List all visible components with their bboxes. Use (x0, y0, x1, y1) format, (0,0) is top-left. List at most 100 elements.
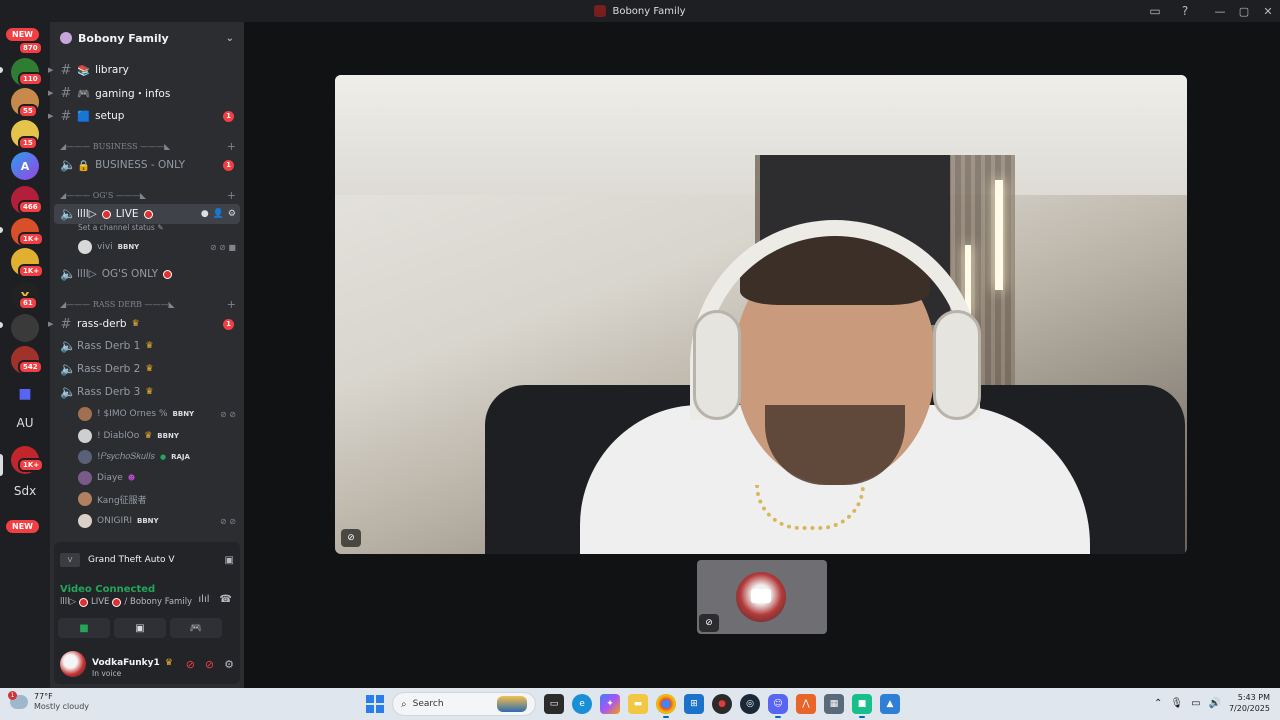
main-video-tile[interactable]: ⊘ (335, 75, 1187, 554)
channel-rass-derb-3[interactable]: 🔈 Rass Derb 3 ♛ (54, 382, 240, 402)
maximize-button[interactable]: ▢ (1232, 0, 1256, 22)
category-business[interactable]: ◢——— BUSINESS ———◣ + (60, 139, 236, 153)
channel-library[interactable]: ▶ # 📚 library (48, 60, 240, 80)
voice-member[interactable]: ! $IMO Ornes % BBNY ⊘ ⊘ (78, 405, 236, 423)
microphone-icon[interactable]: 🎙 (1170, 698, 1183, 709)
calculator-icon[interactable]: ▦ (824, 694, 844, 714)
server-icon[interactable]: Sdx (8, 484, 42, 498)
user-info[interactable]: VodkaFunky1 ♛ In voice (92, 650, 173, 678)
channel-rass-derb-2[interactable]: 🔈 Rass Derb 2 ♛ (54, 359, 240, 379)
channel-business-only[interactable]: 🔈 🔒 BUSINESS - ONLY 1 (54, 155, 240, 175)
share-screen-button[interactable]: ▣ (114, 618, 166, 638)
add-channel-icon[interactable]: + (227, 140, 236, 153)
store-icon[interactable]: ⊞ (684, 694, 704, 714)
live-dot-icon (143, 209, 153, 219)
volume-icon[interactable]: 🔊 (1209, 698, 1221, 709)
channel-rass-derb[interactable]: ▶ # rass-derb ♛ 1 (48, 314, 240, 334)
folder-icon[interactable]: ■ (11, 380, 39, 408)
app-icon[interactable]: ■ (852, 694, 872, 718)
server-badge: 1K+ (18, 232, 45, 246)
deafened-icon[interactable]: ⊘ (341, 529, 361, 547)
member-name: !𝑃𝑠𝑦𝑐ℎ𝑜𝑆𝑘𝑢𝑙𝑙𝑠 (97, 452, 155, 462)
help-icon[interactable]: ? (1178, 4, 1192, 18)
speaker-icon: 🔈 (60, 384, 77, 400)
channel-ogs-only[interactable]: 🔈 llll▷ OG'S ONLY (54, 264, 240, 284)
lock-icon: 🔒 (77, 159, 91, 172)
channel-prefix: llll▷ (77, 268, 97, 280)
mention-badge: 1 (223, 318, 234, 330)
activity-panel[interactable]: V Grand Theft Auto V ▣ (54, 542, 240, 578)
app-icon[interactable]: ⋀ (796, 694, 816, 714)
speaker-icon: 🔈 (60, 338, 77, 354)
server-badge: 55 (18, 104, 38, 118)
display-icon[interactable]: ▭ (1191, 698, 1200, 709)
copilot-icon[interactable]: ✦ (600, 694, 620, 714)
server-header[interactable]: Bobony Family ⌄ (50, 22, 244, 54)
inbox-icon[interactable]: ▭ (1148, 4, 1162, 18)
chevron-up-icon[interactable]: ⌃ (1154, 698, 1162, 709)
server-badge: 466 (18, 200, 43, 214)
start-button[interactable] (366, 695, 384, 713)
taskbar-search[interactable]: ⌕ Search (392, 692, 536, 716)
channel-gaming-infos[interactable]: ▶ # 🎮 gaming・infos (48, 83, 240, 103)
headphones-deafened-icon[interactable]: ⊘ (205, 658, 214, 671)
server-name: Bobony Family (78, 31, 169, 45)
avatar[interactable] (60, 651, 86, 677)
add-channel-icon[interactable]: + (227, 298, 236, 311)
app-icon[interactable]: ● (712, 694, 732, 714)
voice-member[interactable]: !𝑃𝑠𝑦𝑐ℎ𝑜𝑆𝑘𝑢𝑙𝑙𝑠 ● RAJA (78, 448, 236, 466)
camera-icon (751, 589, 771, 603)
task-view-icon[interactable]: ▭ (544, 694, 564, 714)
mic-muted-icon[interactable]: ⊘ (186, 658, 195, 671)
voice-member[interactable]: Diaye ☻ (78, 469, 236, 487)
weather-widget[interactable]: 1 77°F Mostly cloudy (8, 691, 89, 712)
unread-pip (0, 67, 3, 73)
category-ogs[interactable]: ◢——— OG'S ———◣ + (60, 188, 236, 202)
steam-icon[interactable]: ◎ (740, 694, 760, 714)
voice-member[interactable]: ! DiablOo ♛ BBNY (78, 427, 236, 445)
channel-setup[interactable]: ▶ # 🟦 setup 1 (48, 106, 240, 126)
channel-label: gaming・infos (95, 87, 171, 100)
photos-icon[interactable]: ▲ (880, 694, 900, 714)
server-icon[interactable]: A (11, 152, 39, 180)
activities-button[interactable]: 🎮 (170, 618, 222, 638)
close-button[interactable]: ✕ (1256, 0, 1280, 22)
deafened-icon[interactable]: ⊘ (699, 614, 719, 632)
file-explorer-icon[interactable]: ▬ (628, 694, 648, 714)
invite-icon[interactable]: 👤 (213, 209, 224, 219)
category-rass-derb[interactable]: ◢——— RASS DERB ———◣ + (60, 297, 236, 311)
new-unreads-pill[interactable]: NEW (6, 28, 39, 41)
window-controls: ▭ ? — ▢ ✕ (1148, 0, 1280, 22)
gear-icon[interactable]: ⚙ (228, 209, 236, 219)
channel-live[interactable]: 🔈 llll▷ LIVE ● 👤 ⚙ (54, 204, 240, 224)
hash-icon: # (60, 62, 72, 78)
channel-label: Rass Derb 2 (77, 363, 141, 375)
server-icon[interactable]: AU (8, 416, 42, 430)
camera-button[interactable]: ■ (58, 618, 110, 638)
participant-tile[interactable]: ⊘ (697, 560, 827, 634)
discord-icon[interactable]: ☺ (768, 694, 788, 718)
signal-icon[interactable]: ılıl (198, 594, 209, 605)
server-icon[interactable] (11, 314, 39, 342)
video-background (995, 180, 1003, 290)
channel-rass-derb-1[interactable]: 🔈 Rass Derb 1 ♛ (54, 336, 240, 356)
add-channel-icon[interactable]: + (227, 189, 236, 202)
voice-member[interactable]: vivi BBNY ⊘ ⊘ ■ (78, 238, 236, 256)
server-badge: 61 (18, 296, 38, 310)
clock[interactable]: 5:43 PM 7/20/2025 (1229, 692, 1270, 714)
new-unreads-pill[interactable]: NEW (6, 520, 39, 533)
screen-share-icon[interactable]: ▣ (225, 555, 234, 566)
chrome-icon[interactable] (656, 694, 676, 718)
gear-icon[interactable]: ⚙ (224, 658, 234, 671)
voice-member[interactable]: ONIGIRI BBNY ⊘ ⊘ (78, 512, 236, 530)
game-icon: V (60, 553, 80, 567)
channel-emoji: 🎮 (77, 87, 91, 100)
chat-icon[interactable]: ● (201, 209, 209, 219)
alien-icon: ● (159, 453, 167, 461)
voice-member[interactable]: Kang征服者 (78, 490, 236, 508)
channel-status[interactable]: Set a channel status ✎ (78, 223, 163, 232)
edge-icon[interactable]: e (572, 694, 592, 714)
minimize-button[interactable]: — (1208, 0, 1232, 22)
title-bar: Bobony Family ▭ ? — ▢ ✕ (0, 0, 1280, 22)
disconnect-icon[interactable]: ☎ (220, 594, 232, 605)
